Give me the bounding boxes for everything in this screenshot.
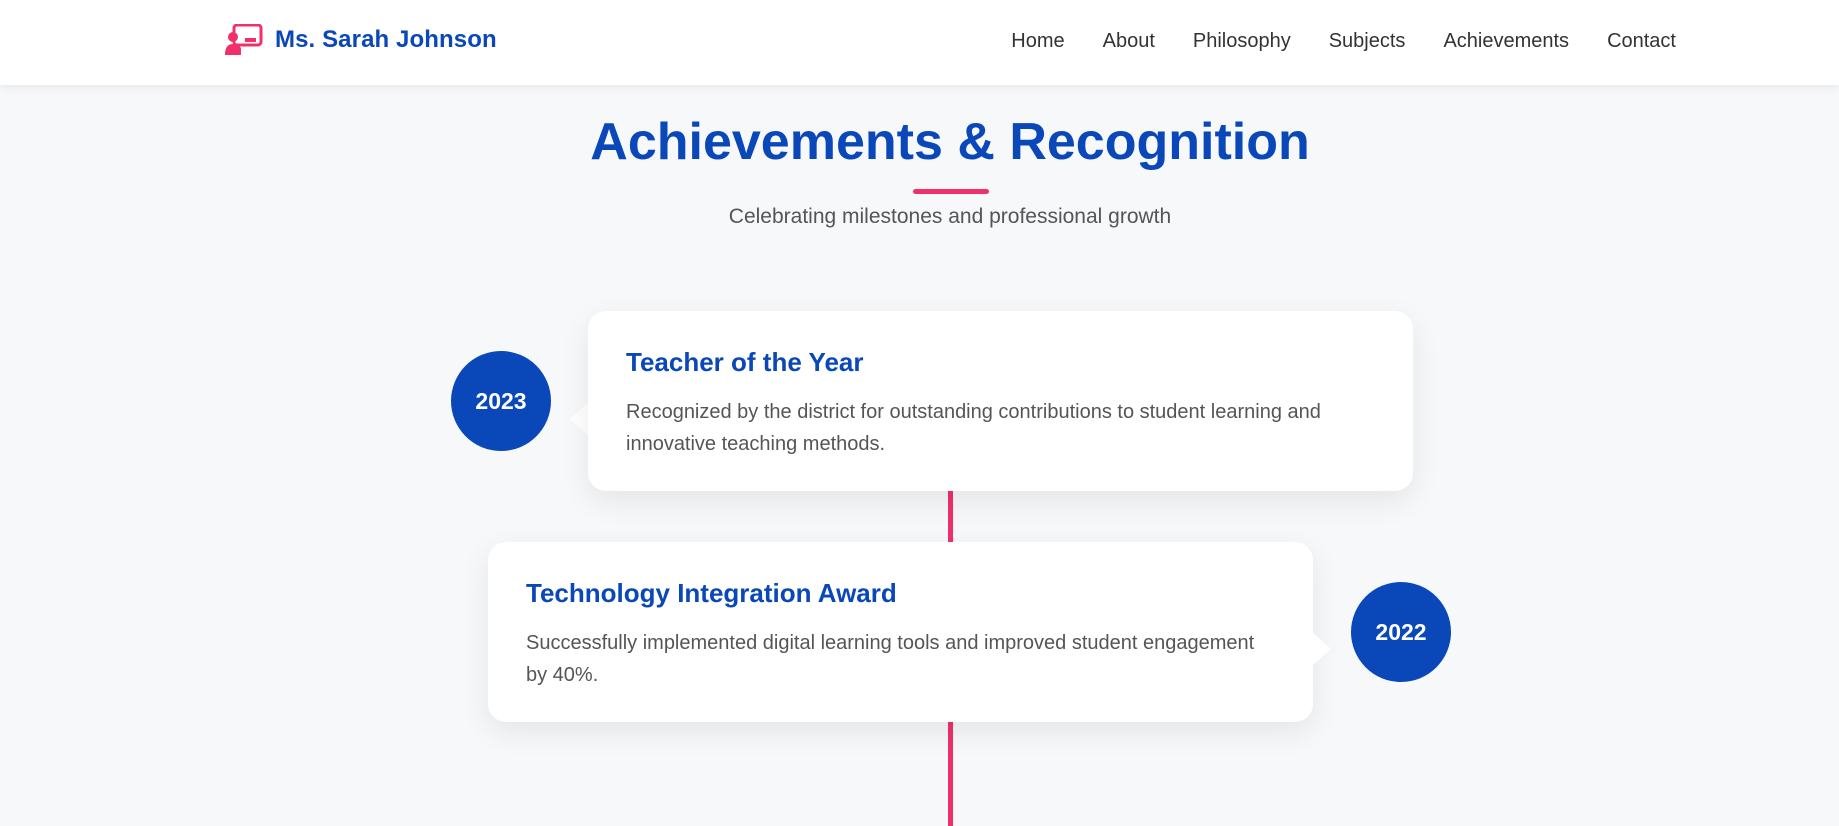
nav-item-philosophy: Philosophy [1193,30,1291,53]
card-pointer [570,403,588,435]
teacher-icon [225,24,263,55]
timeline-card: Technology Integration Award Successfull… [488,542,1313,722]
year-badge: 2023 [451,351,551,451]
nav-link-about[interactable]: About [1103,30,1155,52]
card-title: Teacher of the Year [626,347,864,377]
card-title: Technology Integration Award [526,578,897,608]
card-pointer [1313,633,1331,665]
nav-item-subjects: Subjects [1329,30,1406,53]
nav-link-subjects[interactable]: Subjects [1329,30,1406,52]
nav-item-contact: Contact [1607,30,1676,53]
brand-logo-link[interactable]: Ms. Sarah Johnson [225,24,497,56]
nav-item-achievements: Achievements [1443,30,1569,53]
year-badge: 2022 [1351,582,1451,682]
section-title: Achievements & Recognition [590,113,1310,171]
title-underline [913,189,989,194]
brand-name: Ms. Sarah Johnson [275,26,497,53]
navbar: Ms. Sarah Johnson Home About Philosophy … [0,0,1839,85]
nav-link-philosophy[interactable]: Philosophy [1193,30,1291,52]
section-subtitle: Celebrating milestones and professional … [728,205,1172,228]
timeline-card: Teacher of the Year Recognized by the di… [588,311,1413,491]
nav-link-home[interactable]: Home [1011,30,1064,52]
nav-item-home: Home [1011,30,1064,53]
nav-links: Home About Philosophy Subjects Achieveme… [1011,30,1676,53]
card-description: Recognized by the district for outstandi… [626,401,1321,455]
nav-link-contact[interactable]: Contact [1607,30,1676,52]
nav-link-achievements[interactable]: Achievements [1443,30,1569,52]
nav-item-about: About [1103,30,1155,53]
card-description: Successfully implemented digital learnin… [526,632,1255,686]
